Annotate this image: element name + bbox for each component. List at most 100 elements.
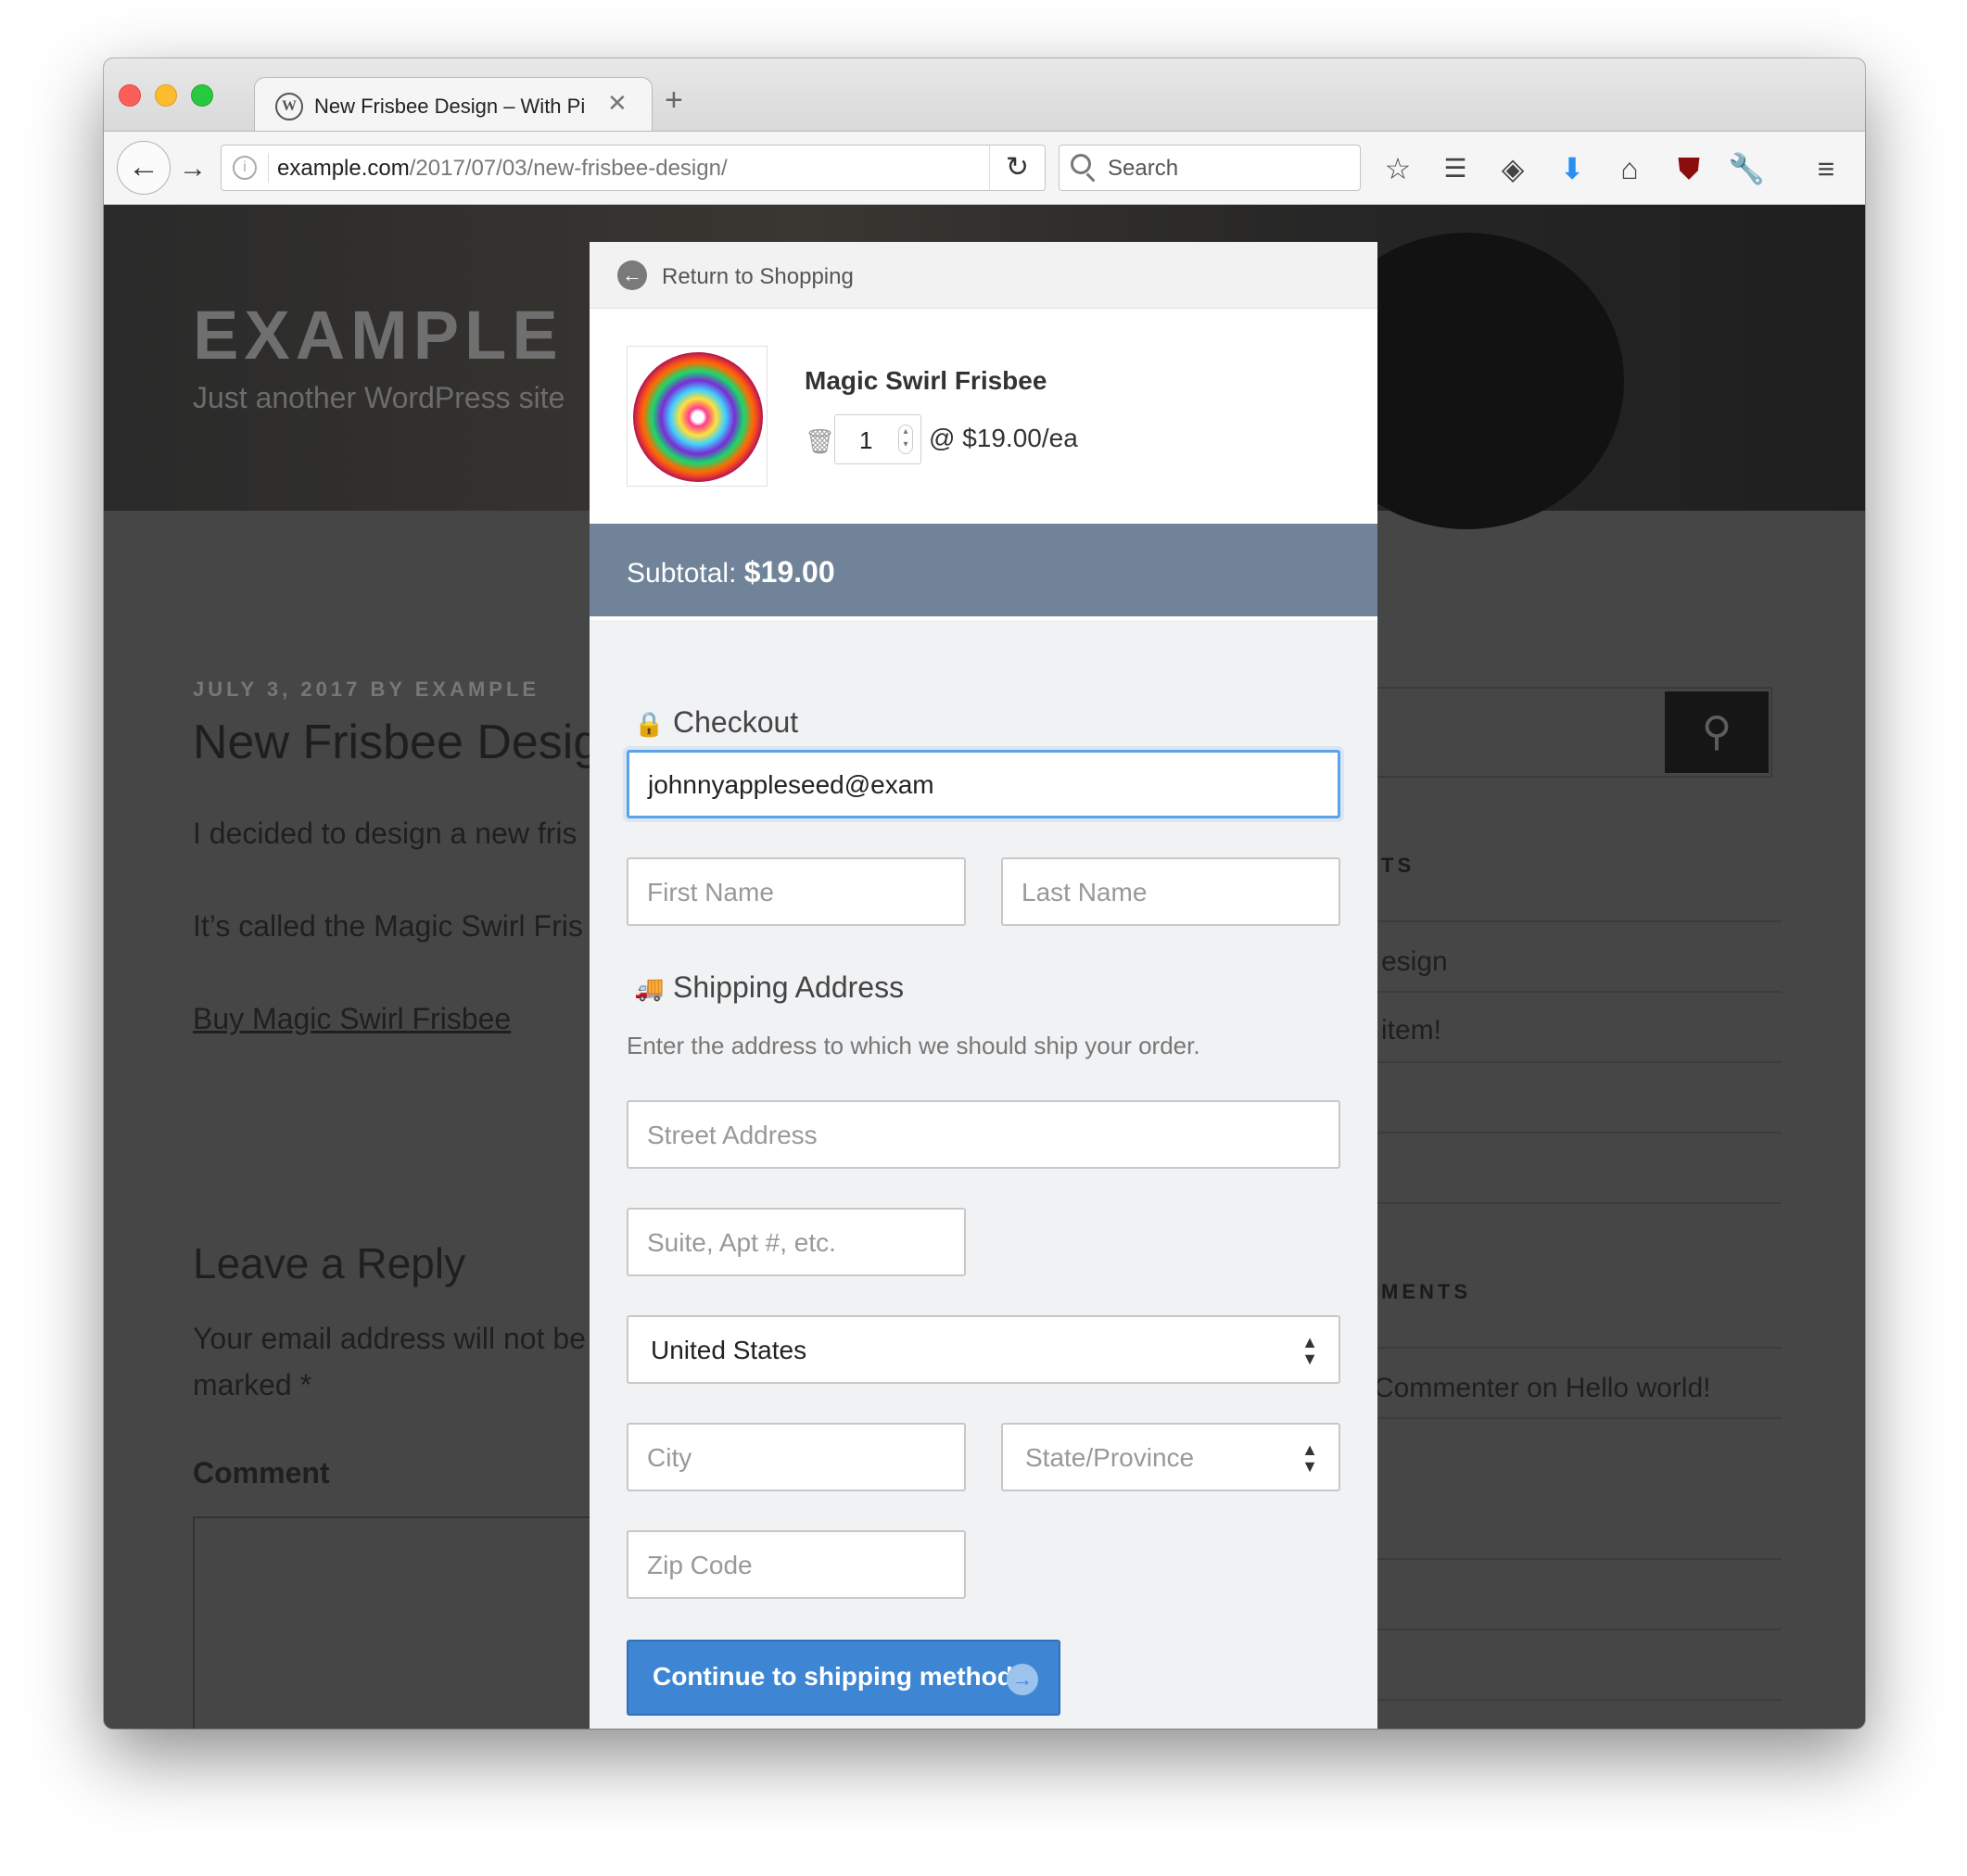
divider [1346, 1202, 1782, 1204]
site-description: Just another WordPress site [193, 381, 565, 414]
divider [1346, 1558, 1782, 1560]
zoom-window-button[interactable] [191, 84, 213, 107]
city-placeholder: City [647, 1443, 692, 1472]
reading-list-icon[interactable]: ☰ [1435, 148, 1476, 189]
product-thumbnail [627, 346, 768, 487]
first-name-placeholder: First Name [647, 878, 774, 906]
buy-link[interactable]: Buy Magic Swirl Frisbee [193, 1002, 511, 1036]
back-button[interactable]: ← [117, 141, 171, 195]
forward-button[interactable]: → [174, 150, 211, 187]
select-arrows-icon: ▲ ▼ [1301, 1440, 1318, 1476]
unit-price: @ $19.00/ea [929, 424, 1078, 452]
lock-icon: 🔒 [634, 710, 665, 738]
sidebar-link[interactable]: esign [1381, 946, 1448, 978]
menu-icon[interactable]: ≡ [1806, 148, 1846, 189]
suite-placeholder: Suite, Apt #, etc. [647, 1228, 836, 1257]
cart-item: Magic Swirl Frisbee 🗑 1 ▴ ▾ @ $19.00/ea [590, 309, 1377, 524]
sidebar-link[interactable]: item! [1381, 1015, 1441, 1046]
divider [1346, 1061, 1782, 1063]
city-field[interactable]: City [627, 1423, 966, 1491]
divider [1346, 1629, 1782, 1630]
site-title[interactable]: EXAMPLE [193, 296, 564, 374]
url-path: /2017/07/03/new-frisbee-design/ [409, 156, 728, 181]
product-name: Magic Swirl Frisbee [805, 366, 1047, 395]
comment-label: Comment [193, 1456, 330, 1489]
state-select[interactable]: State/Province ▲ ▼ [1001, 1423, 1340, 1491]
quantity-stepper[interactable]: 1 ▴ ▾ [834, 414, 921, 464]
post-paragraph: I decided to design a new fris [193, 817, 577, 850]
divider [1346, 920, 1782, 922]
sidebar-heading: TS [1381, 854, 1415, 877]
street-address-field[interactable]: Street Address [627, 1100, 1340, 1169]
return-to-shopping-link[interactable]: Return to Shopping [662, 264, 854, 290]
select-arrows-icon: ▲ ▼ [1301, 1333, 1318, 1368]
home-icon[interactable]: ⌂ [1609, 148, 1650, 189]
stepper-arrows-icon[interactable]: ▴ ▾ [898, 425, 913, 454]
subtotal: Subtotal: $19.00 [627, 555, 835, 589]
tab-bar: W New Frisbee Design – With Pi ✕ + [104, 58, 1865, 133]
suite-field[interactable]: Suite, Apt #, etc. [627, 1208, 966, 1276]
sidebar-search-button[interactable]: ⚲ [1665, 691, 1769, 773]
divider [1346, 1347, 1782, 1349]
last-name-field[interactable]: Last Name [1001, 857, 1340, 926]
wordpress-icon: W [275, 93, 303, 120]
back-arrow-icon[interactable]: ← [617, 260, 647, 290]
address-bar[interactable]: i example.com/2017/07/03/new-frisbee-des… [221, 145, 1046, 191]
arrow-right-icon: → [1007, 1664, 1038, 1695]
new-tab-button[interactable]: + [665, 84, 683, 116]
reload-button[interactable]: ↻ [989, 146, 1045, 190]
street-placeholder: Street Address [647, 1121, 818, 1149]
web-page: EXAMPLE Just another WordPress site JULY… [104, 205, 1865, 1729]
pocket-icon[interactable]: ◈ [1492, 148, 1533, 189]
tab-title: New Frisbee Design – With Pi [314, 95, 586, 118]
close-tab-icon[interactable]: ✕ [607, 89, 628, 118]
frisbee-image [633, 352, 763, 482]
reply-heading: Leave a Reply [193, 1239, 466, 1287]
url-text[interactable]: example.com/2017/07/03/new-frisbee-desig… [277, 156, 728, 182]
reply-note: Your email address will not be [193, 1322, 586, 1355]
checkout-heading: Checkout [673, 705, 799, 739]
email-field[interactable]: johnnyappleseed@exam [627, 750, 1340, 818]
first-name-field[interactable]: First Name [627, 857, 966, 926]
divider [1346, 1132, 1782, 1134]
search-bar[interactable]: Search [1059, 145, 1361, 191]
minimize-window-button[interactable] [155, 84, 177, 107]
browser-tab[interactable]: W New Frisbee Design – With Pi ✕ [254, 77, 653, 133]
post-paragraph: It’s called the Magic Swirl Fris [193, 909, 583, 943]
truck-icon: 🚚 [634, 974, 665, 1002]
wrench-icon[interactable]: 🔧 [1726, 148, 1767, 189]
url-divider [268, 153, 269, 183]
last-name-placeholder: Last Name [1022, 878, 1148, 906]
country-select[interactable]: United States ▲ ▼ [627, 1315, 1340, 1384]
shipping-description: Enter the address to which we should shi… [627, 1032, 1200, 1059]
modal-header[interactable]: ← Return to Shopping [590, 242, 1377, 309]
sidebar-link[interactable]: Commenter on Hello world! [1374, 1373, 1710, 1404]
divider [1346, 1417, 1782, 1419]
state-placeholder: State/Province [1025, 1443, 1195, 1472]
divider [1346, 991, 1782, 993]
reply-note: marked * [193, 1368, 312, 1401]
continue-to-shipping-button[interactable]: Continue to shipping method → [627, 1640, 1060, 1716]
shipping-heading: Shipping Address [673, 970, 905, 1004]
url-host: example.com [277, 156, 410, 181]
continue-label: Continue to shipping method [653, 1662, 1013, 1691]
search-placeholder: Search [1108, 156, 1179, 181]
subtotal-bar: Subtotal: $19.00 [590, 524, 1377, 620]
trash-icon[interactable]: 🗑 [805, 427, 835, 456]
post-title: New Frisbee Desig [193, 716, 601, 769]
checkout-modal: ← Return to Shopping Magic Swirl Frisbee… [590, 242, 1377, 1729]
bookmark-star-icon[interactable]: ☆ [1377, 148, 1418, 189]
downloads-icon[interactable]: ⬇ [1552, 148, 1593, 189]
navigation-bar: ← → i example.com/2017/07/03/new-frisbee… [104, 131, 1865, 205]
subtotal-value: $19.00 [743, 555, 835, 589]
subtotal-label: Subtotal: [627, 558, 737, 589]
email-value: johnnyappleseed@exam [648, 770, 934, 799]
ublock-icon[interactable]: ⛊ [1669, 148, 1709, 189]
close-window-button[interactable] [119, 84, 141, 107]
info-icon[interactable]: i [233, 156, 257, 180]
zip-placeholder: Zip Code [647, 1551, 753, 1579]
post-meta: JULY 3, 2017 BY EXAMPLE [193, 678, 540, 701]
zip-code-field[interactable]: Zip Code [627, 1530, 966, 1599]
quantity-value: 1 [859, 426, 873, 454]
search-icon [1071, 154, 1091, 174]
